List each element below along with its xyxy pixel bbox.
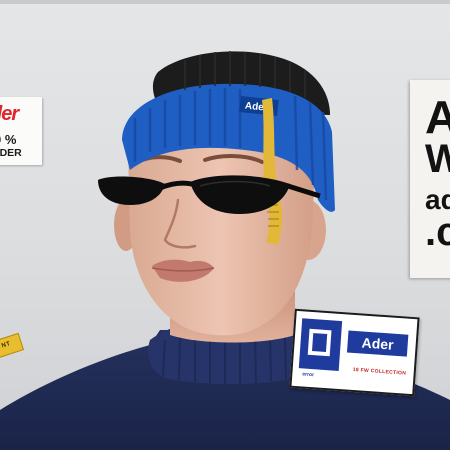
brand-sticker-bottom-right: error Ader 18 FW COLLECTION [289,308,420,397]
photo-scene: der 0 % ADER A W ad .c NT [0,0,450,450]
sticker-sub-text: error [302,371,315,379]
sticker-logo-block [298,318,343,371]
sticker-logo-core [311,333,328,353]
sticker-brand-box: Ader [346,330,409,357]
sticker-collection-caption: 18 FW COLLECTION [352,366,407,377]
